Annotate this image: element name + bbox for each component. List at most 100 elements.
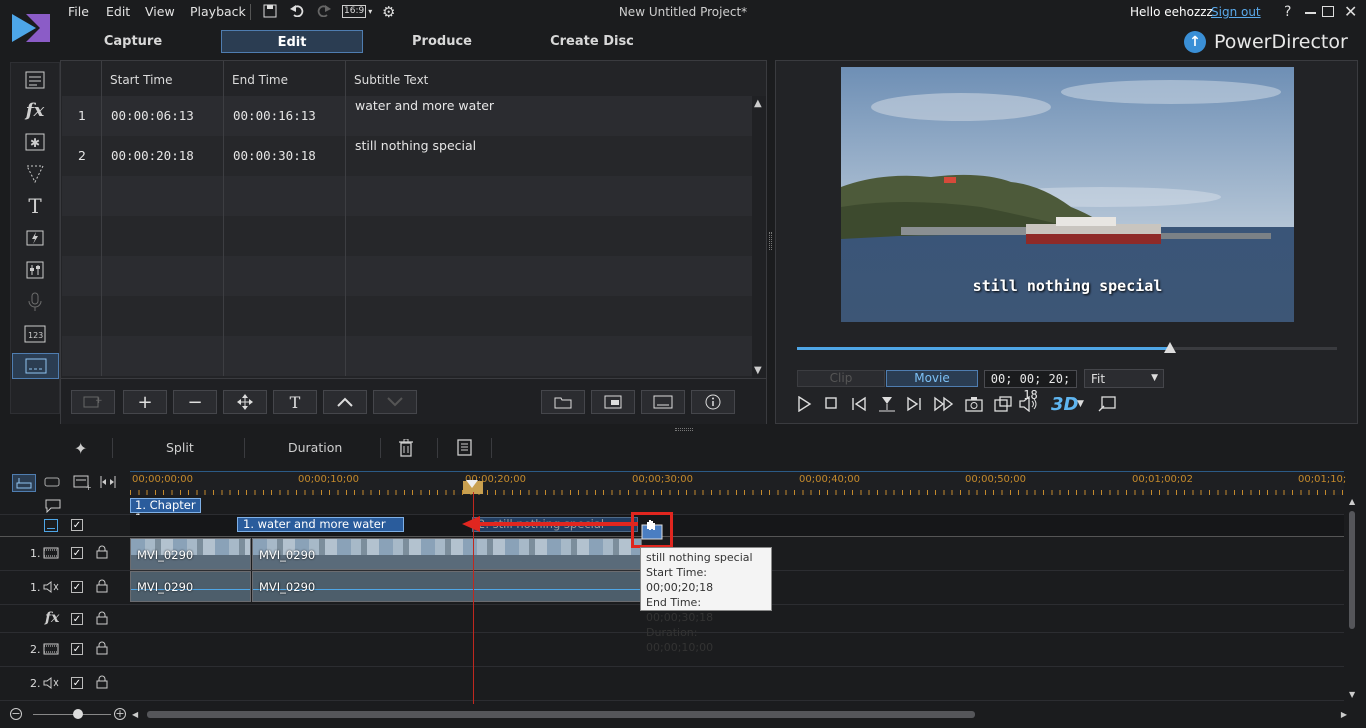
lock-icon[interactable] xyxy=(96,641,108,655)
row-start-time[interactable]: 00:00:06:13 xyxy=(111,96,194,136)
lock-icon[interactable] xyxy=(96,579,108,593)
chapter-room-icon[interactable]: 123 xyxy=(19,321,51,347)
zoom-in-button[interactable]: + xyxy=(114,708,126,720)
row-end-time[interactable]: 00:00:30:18 xyxy=(233,136,316,176)
scrubber-handle[interactable] xyxy=(1163,342,1176,353)
lock-icon[interactable] xyxy=(96,675,108,689)
subtitle-room-panel: Start Time End Time Subtitle Text 1 00:0… xyxy=(60,60,767,424)
title-room-icon[interactable]: T xyxy=(19,193,51,219)
track-enable-checkbox[interactable]: ✓ xyxy=(71,643,83,655)
particle-room-icon[interactable] xyxy=(19,161,51,187)
audio-clip[interactable]: MVI_0290 xyxy=(130,571,251,602)
subtitle-clip[interactable]: 1. water and more water xyxy=(237,517,404,532)
list-scrollbar[interactable]: ▲ ▼ xyxy=(752,96,766,378)
track-enable-checkbox[interactable]: ✓ xyxy=(71,547,83,559)
track-manager-icon[interactable]: + xyxy=(73,474,91,490)
fx-room-icon[interactable]: fx xyxy=(19,97,51,123)
previous-frame-icon[interactable] xyxy=(851,396,867,412)
subtitle-position-icon[interactable] xyxy=(641,390,685,414)
storyboard-view-icon[interactable] xyxy=(44,476,60,488)
clip-name: MVI_0290 xyxy=(259,580,316,594)
undock-preview-icon[interactable] xyxy=(1098,396,1116,412)
text-format-button[interactable]: T xyxy=(273,390,317,414)
audio-mixing-room-icon[interactable] xyxy=(19,257,51,283)
minimize-button[interactable] xyxy=(1305,12,1316,14)
track-enable-checkbox[interactable]: ✓ xyxy=(71,613,83,625)
tab-edit[interactable]: Edit xyxy=(221,30,363,53)
split-marker-icon[interactable] xyxy=(878,396,896,412)
clip-name: MVI_0290 xyxy=(137,580,194,594)
magic-tools-icon[interactable]: ✦ xyxy=(74,439,87,458)
help-button[interactable]: ? xyxy=(1284,4,1291,20)
microphone-icon[interactable] xyxy=(19,289,51,315)
info-icon[interactable] xyxy=(691,390,735,414)
fit-timeline-icon[interactable] xyxy=(99,474,117,490)
chapter-marker[interactable]: 1. Chapter 1 xyxy=(130,498,201,525)
export-subtitle-icon[interactable] xyxy=(591,390,635,414)
split-button[interactable]: Split xyxy=(166,440,194,455)
play-icon[interactable] xyxy=(796,396,812,412)
volume-icon[interactable] xyxy=(1019,396,1039,412)
close-button[interactable]: ✕ xyxy=(1344,2,1357,21)
zoom-slider[interactable] xyxy=(33,714,111,715)
sign-out-link[interactable]: Sign out xyxy=(1211,5,1261,19)
tab-capture[interactable]: Capture xyxy=(80,30,186,53)
zoom-fit-label: Fit xyxy=(1091,372,1106,386)
edit-properties-icon[interactable] xyxy=(455,439,473,457)
media-room-icon[interactable] xyxy=(19,67,51,93)
subtitle-row[interactable]: 2 00:00:20:18 00:00:30:18 still nothing … xyxy=(62,136,752,176)
preview-quality-icon[interactable] xyxy=(994,396,1012,412)
merge-subtitle-button[interactable] xyxy=(223,390,267,414)
timeline-ruler[interactable]: 00;00;00;00 00;00;10;00 00;00;20;00 00;0… xyxy=(130,471,1346,495)
subtitle-track-checkbox[interactable]: ✓ xyxy=(71,519,83,531)
subtitle-room-icon[interactable] xyxy=(12,353,59,379)
remove-subtitle-button[interactable]: − xyxy=(173,390,217,414)
ruler-tick: 00;00;00;00 xyxy=(132,474,194,485)
row-subtitle-text[interactable]: water and more water xyxy=(355,98,494,138)
move-up-button[interactable] xyxy=(323,390,367,414)
brand: ↑ PowerDirector xyxy=(1184,31,1348,53)
video-frame: still nothing special xyxy=(841,67,1294,322)
3d-toggle-icon[interactable]: 3D xyxy=(1051,394,1078,415)
audio-clip[interactable]: MVI_0290 xyxy=(252,571,642,602)
timeline-horizontal-scrollbar[interactable]: ◀ ▶ xyxy=(132,710,1347,719)
zoom-fit-dropdown[interactable]: Fit ▼ xyxy=(1084,369,1164,388)
next-frame-icon[interactable] xyxy=(906,396,922,412)
subtitle-row[interactable]: 1 00:00:06:13 00:00:16:13 water and more… xyxy=(62,96,752,136)
tab-produce[interactable]: Produce xyxy=(395,30,489,53)
movie-mode-button[interactable]: Movie xyxy=(886,370,978,387)
pip-room-icon[interactable]: ✱ xyxy=(19,129,51,155)
tab-create-disc[interactable]: Create Disc xyxy=(540,30,644,53)
zoom-slider-handle[interactable] xyxy=(73,709,83,719)
row-subtitle-text[interactable]: still nothing special xyxy=(355,138,476,178)
fast-forward-icon[interactable] xyxy=(934,396,954,412)
maximize-button[interactable] xyxy=(1322,6,1334,17)
video-track-icon xyxy=(43,643,59,655)
add-subtitle-button[interactable]: + xyxy=(123,390,167,414)
row-end-time[interactable]: 00:00:16:13 xyxy=(233,96,316,136)
zoom-out-button[interactable]: − xyxy=(10,708,22,720)
lock-icon[interactable] xyxy=(96,611,108,625)
move-down-button xyxy=(373,390,417,414)
timecode-field[interactable]: 00; 00; 20; 18 xyxy=(984,370,1077,402)
video-clip[interactable]: MVI_0290 xyxy=(130,538,251,570)
scrubber-progress xyxy=(797,347,1170,350)
trash-icon[interactable] xyxy=(398,439,414,457)
clip-name: MVI_0290 xyxy=(137,548,194,562)
snapshot-camera-icon[interactable] xyxy=(965,396,983,412)
open-folder-icon[interactable] xyxy=(541,390,585,414)
row-start-time[interactable]: 00:00:20:18 xyxy=(111,136,194,176)
svg-text:123: 123 xyxy=(28,331,43,340)
track-enable-checkbox[interactable]: ✓ xyxy=(71,581,83,593)
timeline-vertical-scrollbar[interactable]: ▲ ▼ xyxy=(1346,495,1360,701)
timeline-view-icon[interactable] xyxy=(12,474,36,492)
playback-scrubber[interactable] xyxy=(797,342,1337,353)
chevron-down-icon[interactable]: ▼ xyxy=(1077,399,1084,409)
stop-icon[interactable] xyxy=(824,396,838,410)
transition-room-icon[interactable] xyxy=(19,225,51,251)
track-enable-checkbox[interactable]: ✓ xyxy=(71,677,83,689)
clip-mode-button[interactable]: Clip xyxy=(797,370,885,387)
lock-icon[interactable] xyxy=(96,545,108,559)
duration-button[interactable]: Duration xyxy=(288,440,342,455)
video-clip[interactable]: MVI_0290 xyxy=(252,538,642,570)
